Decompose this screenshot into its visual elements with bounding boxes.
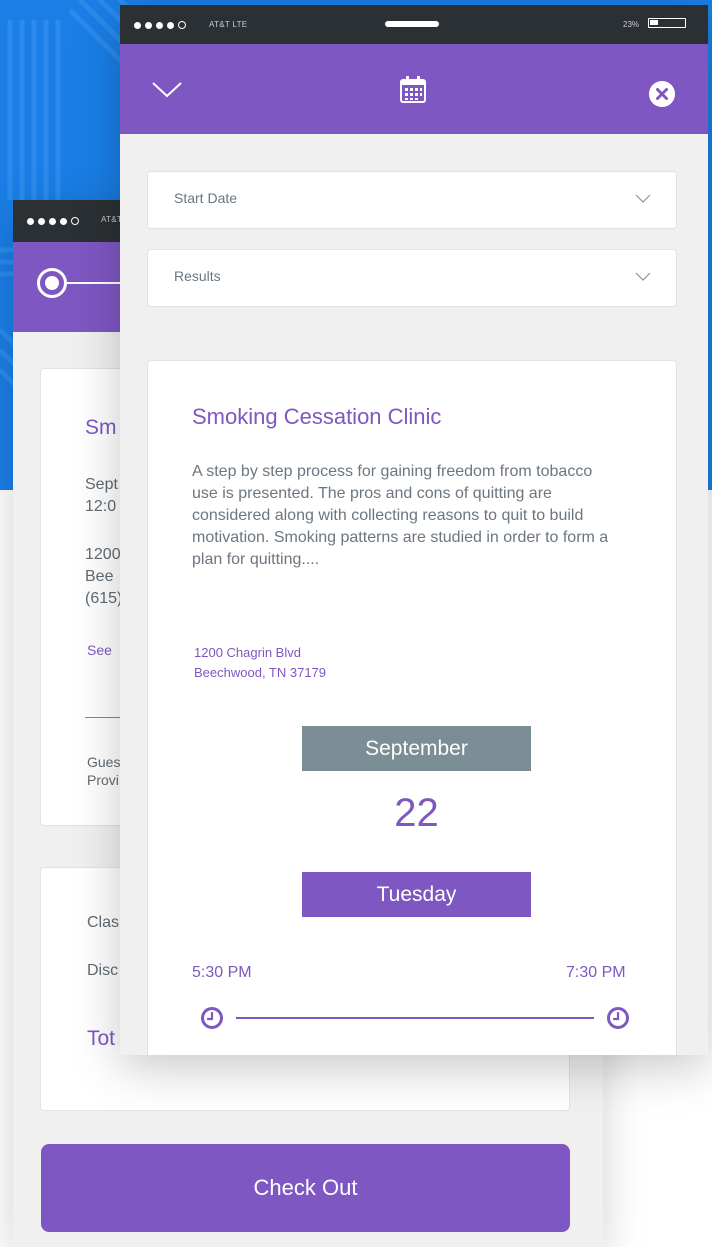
progress-line [67, 282, 127, 284]
event-day: 22 [394, 791, 439, 835]
calendar-icon [400, 76, 426, 103]
close-icon[interactable] [649, 81, 675, 107]
clock-icon [607, 1007, 629, 1029]
signal-strength-icon [134, 21, 186, 29]
results-dropdown[interactable]: Results [147, 249, 677, 307]
check-out-button[interactable]: Check Out [41, 1144, 570, 1232]
carrier-label: AT&T LTE [209, 20, 248, 29]
event-time: 12:0 [85, 498, 117, 515]
event-title: Smoking Cessation Clinic [192, 404, 442, 429]
battery-icon [648, 18, 686, 28]
status-bar: AT&T LTE 23% [120, 5, 708, 44]
battery-percent: 23% [623, 20, 640, 29]
event-detail-card: Smoking Cessation Clinic A step by step … [147, 360, 677, 1055]
total-label: Tot [87, 1027, 116, 1050]
clock-icon [201, 1007, 223, 1029]
start-time: 5:30 PM [192, 964, 252, 981]
class-price-label: Clas [87, 914, 120, 931]
app-root: AT&T Sm Sept 12:0 1200 Bee (615) See Gue… [0, 0, 712, 1247]
provider-label: Provi [87, 772, 119, 788]
address-city: Bee [85, 568, 114, 585]
address-line: 1200 [85, 546, 121, 563]
signal-strength-icon [27, 217, 79, 225]
event-month: September [302, 726, 531, 771]
chevron-down-icon [635, 194, 651, 203]
event-detail-screen: AT&T LTE 23% Start Date Results Smoking … [120, 5, 708, 1055]
discount-label: Disc [87, 962, 119, 979]
results-label: Results [174, 268, 221, 284]
start-date-dropdown[interactable]: Start Date [147, 171, 677, 229]
phone-number: (615) [85, 590, 123, 607]
progress-step-icon [37, 268, 67, 298]
start-date-label: Start Date [174, 190, 238, 206]
event-description: A step by step process for gaining freed… [192, 463, 609, 568]
speaker-notch [385, 21, 439, 27]
event-date: Sept [85, 476, 118, 493]
time-range-line [236, 1017, 594, 1019]
carrier-label: AT&T [101, 215, 123, 224]
event-weekday: Tuesday [302, 872, 531, 917]
see-details-link[interactable]: See [87, 639, 112, 661]
end-time: 7:30 PM [566, 964, 626, 981]
chevron-down-icon[interactable] [150, 77, 184, 101]
battery-level [650, 20, 658, 25]
address-street[interactable]: 1200 Chagrin Blvd [194, 645, 301, 660]
address-city[interactable]: Beechwood, TN 37179 [194, 665, 326, 680]
event-title: Sm [85, 416, 117, 439]
chevron-down-icon [635, 272, 651, 281]
